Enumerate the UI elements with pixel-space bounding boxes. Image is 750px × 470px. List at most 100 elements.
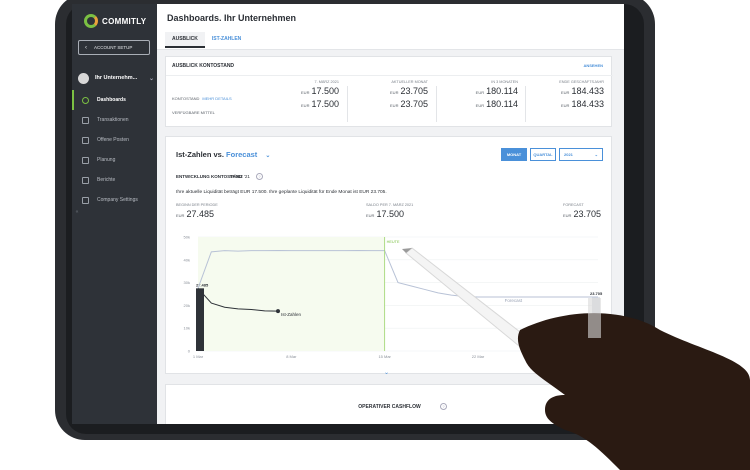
value-cell: EUR 180.114 xyxy=(448,86,518,96)
stat-value: EUR 23.705 xyxy=(563,209,601,219)
value-cell: EUR 180.114 xyxy=(448,99,518,109)
app-screen: COMMITLY ‹ ACCOUNT SETUP Ihr Unternehm..… xyxy=(72,4,624,424)
y-tick-label: 30k xyxy=(184,280,190,285)
currency: EUR xyxy=(176,213,185,218)
sidebar-item-dashboards[interactable]: Dashboards xyxy=(72,90,157,110)
currency: EUR xyxy=(301,90,310,95)
sidebar-nav: Dashboards Transaktionen Offene Posten P… xyxy=(72,90,157,210)
x-tick-label: 8 Mar xyxy=(286,354,297,359)
brand-logo[interactable]: COMMITLY xyxy=(84,12,150,30)
value-cell: EUR 184.433 xyxy=(534,99,604,109)
sidebar: COMMITLY ‹ ACCOUNT SETUP Ihr Unternehm..… xyxy=(72,4,157,424)
ist-last-point xyxy=(276,309,280,314)
page-title: Dashboards. Ihr Unternehmen xyxy=(167,13,297,23)
y-tick-label: 20k xyxy=(184,303,190,308)
quartal-button[interactable]: QUARTAL xyxy=(530,148,556,161)
brand-name: COMMITLY xyxy=(102,16,147,26)
stat-header: FORECAST xyxy=(563,203,584,207)
commitly-logo-icon xyxy=(84,14,98,28)
chevron-down-icon[interactable]: ⌄ xyxy=(384,369,389,376)
currency: EUR xyxy=(390,90,399,95)
transactions-icon xyxy=(82,116,89,124)
stat-header: BEGINN DER PERIODE xyxy=(176,203,218,207)
chevron-left-icon: ‹ xyxy=(85,44,87,51)
account-setup-label: ACCOUNT SETUP xyxy=(94,45,133,50)
title-ist-zahlen: Ist-Zahlen vs. xyxy=(176,150,224,159)
y-tick-label: 10k xyxy=(184,326,190,331)
sidebar-item-company-settings[interactable]: Company Settings xyxy=(72,190,157,210)
start-value-label: 27.485 xyxy=(196,282,209,287)
value: 17.500 xyxy=(311,99,339,109)
value-cell: EUR 17.500 xyxy=(269,99,339,109)
operativer-cashflow-card: OPERATIVER CASHFLOW ? xyxy=(165,384,612,424)
sidebar-item-label: Offene Posten xyxy=(97,137,129,143)
page-header: Dashboards. Ihr Unternehmen AUSBLICK IST… xyxy=(157,4,624,50)
year-select-value: 2021 xyxy=(564,152,573,157)
dashboard-tabs: AUSBLICK IST-ZAHLEN xyxy=(165,32,248,48)
company-avatar xyxy=(78,72,89,84)
past-region xyxy=(198,237,385,351)
stat-value: EUR 17.500 xyxy=(366,209,413,219)
section-month: MÄRZ '21 xyxy=(230,174,250,179)
value: 180.114 xyxy=(486,86,518,96)
column-year-end: ENDE GESCHÄFTSJAHR EUR 184.433 EUR 184.433 xyxy=(534,80,604,109)
currency: EUR xyxy=(475,90,485,95)
info-icon[interactable]: ? xyxy=(440,403,447,410)
company-selector[interactable]: Ihr Unternehm... ⌄ xyxy=(78,70,154,86)
cashflow-title: OPERATIVER CASHFLOW xyxy=(358,404,421,410)
company-name: Ihr Unternehm... xyxy=(95,75,138,81)
card-title: AUSBLICK KONTOSTAND xyxy=(172,63,235,69)
info-icon[interactable]: ? xyxy=(256,173,263,180)
sidebar-item-offene-posten[interactable]: Offene Posten xyxy=(72,130,157,150)
entwicklung-kontostand-card: Ist-Zahlen vs. Forecast ⌄ MONAT QUARTAL … xyxy=(165,136,612,376)
monat-button[interactable]: MONAT xyxy=(501,148,527,161)
chart-card-title[interactable]: Ist-Zahlen vs. Forecast ⌄ xyxy=(176,150,270,159)
dashboard-icon xyxy=(82,96,89,104)
x-tick-label: 1 Mar xyxy=(193,354,204,359)
divider xyxy=(525,86,526,122)
row-label-verfuegbare-mittel: VERFÜGBARE MITTEL xyxy=(172,110,215,115)
currency: EUR xyxy=(475,103,485,108)
value-cell: EUR 184.433 xyxy=(534,86,604,96)
column-header: AKTUELLER MONAT xyxy=(391,80,428,84)
value: 23.705 xyxy=(573,209,601,219)
sidebar-item-label: Planung xyxy=(97,157,116,163)
value: 17.500 xyxy=(376,209,404,219)
start-balance-bar xyxy=(196,288,204,351)
value: 184.433 xyxy=(571,86,604,96)
column-date: 7. MÄRZ 2021 EUR 17.500 EUR 17.500 xyxy=(269,80,339,109)
sidebar-collapse-handle[interactable]: « xyxy=(72,209,82,215)
kontostand-line-chart[interactable]: 50k 40k 30k 20k 10k 01 Mar 8 Mar 15 Mar 22 Mar 29… xyxy=(170,231,610,367)
value: 17.500 xyxy=(311,86,339,96)
column-3-months: IN 3 MONATEN EUR 180.114 EUR 180.114 xyxy=(448,80,518,109)
liquidity-summary: Ihre aktuelle Liquidität beträgt EUR 17.… xyxy=(176,190,387,195)
value: 23.705 xyxy=(400,99,428,109)
value-cell: EUR 23.705 xyxy=(358,99,428,109)
value: 23.705 xyxy=(400,86,428,96)
mehr-details-link[interactable]: MEHR DETAILS xyxy=(202,96,231,101)
planning-icon xyxy=(82,156,89,164)
stat-forecast: FORECAST EUR 23.705 xyxy=(563,203,601,219)
divider xyxy=(347,86,348,122)
year-select[interactable]: 2021 ⌄ xyxy=(559,148,603,161)
title-forecast: Forecast xyxy=(226,150,258,159)
currency: EUR xyxy=(390,103,399,108)
y-tick-label: 40k xyxy=(184,257,190,262)
sidebar-item-transaktionen[interactable]: Transaktionen xyxy=(72,110,157,130)
chevron-down-icon: ⌄ xyxy=(594,152,598,157)
sidebar-item-berichte[interactable]: Berichte xyxy=(72,170,157,190)
ist-series-label: Ist-Zahlen xyxy=(281,312,302,317)
row-labels: KONTOSTAND MEHR DETAILS VERFÜGBARE MITTEL xyxy=(172,92,232,120)
sidebar-item-planung[interactable]: Planung xyxy=(72,150,157,170)
currency: EUR xyxy=(563,213,572,218)
tab-ist-zahlen[interactable]: IST-ZAHLEN xyxy=(205,32,248,48)
tab-ausblick[interactable]: AUSBLICK xyxy=(165,32,205,48)
x-tick-label: 29 Mar xyxy=(565,354,578,359)
currency: EUR xyxy=(301,103,310,108)
ansehen-link[interactable]: ANSEHEN xyxy=(583,63,603,68)
currency: EUR xyxy=(561,103,570,108)
divider xyxy=(436,86,437,122)
row-label-kontostand: KONTOSTAND xyxy=(172,96,200,101)
stat-saldo: SALDO PER 7. MÄRZ 2021 EUR 17.500 xyxy=(366,203,413,219)
account-setup-button[interactable]: ‹ ACCOUNT SETUP xyxy=(78,40,150,55)
